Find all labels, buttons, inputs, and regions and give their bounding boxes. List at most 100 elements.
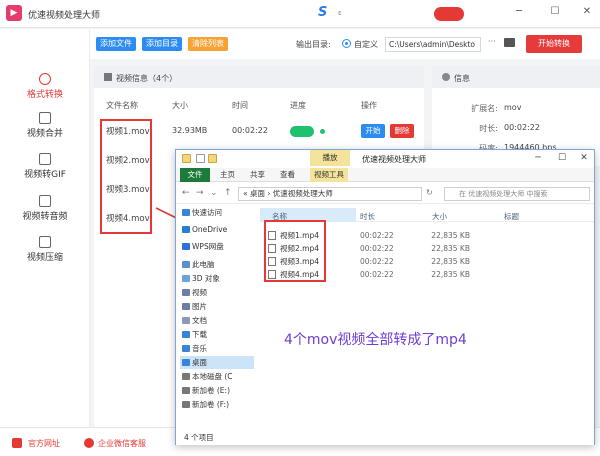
- table-row-time: 00:02:22: [232, 126, 268, 135]
- address-row: ← → ⌄ ↑ « 桌面 › 优速视频处理大师 ↻ 在 优速视频处理大师 中搜索: [176, 184, 594, 204]
- close-icon[interactable]: ✕: [580, 5, 594, 19]
- tab-home[interactable]: 主页: [216, 168, 239, 182]
- search-input[interactable]: 在 优速视频处理大师 中搜索: [444, 187, 590, 201]
- nav-item[interactable]: 图片: [180, 300, 254, 313]
- nav-item[interactable]: 文档: [180, 314, 254, 327]
- wechat-support-link[interactable]: 企业微信客服: [98, 438, 146, 449]
- column-header-size: 大小: [172, 101, 188, 110]
- nav-item-icon: [182, 275, 190, 282]
- nav-item-label: 视频: [192, 288, 207, 297]
- maximize-icon[interactable]: ☐: [556, 152, 568, 164]
- column-header-title[interactable]: 标题: [504, 211, 519, 222]
- file-explorer-window: 播放 优速视频处理大师 ─ ☐ ✕ 文件 主页 共享 查看 视频工具 ← → ⌄…: [175, 149, 595, 445]
- promo-badge[interactable]: [434, 7, 464, 21]
- manage-tab[interactable]: 播放: [310, 150, 350, 166]
- info-panel-title: 信息: [454, 74, 470, 83]
- start-row-button[interactable]: 开始: [361, 124, 385, 138]
- app-logo-icon: ▶: [6, 5, 22, 21]
- file-duration: 00:02:22: [360, 231, 394, 240]
- file-size: 22,835 KB: [431, 244, 470, 253]
- video-panel-header: 视频信息（4个）: [94, 66, 424, 88]
- column-header-name: 文件名称: [106, 101, 138, 110]
- refresh-icon[interactable]: ↻: [426, 188, 433, 197]
- sidebar-item-gif[interactable]: 视频转GIF: [0, 153, 90, 180]
- sidebar-item-label: 视频压缩: [26, 253, 63, 263]
- info-key-ext: 扩展名:: [471, 104, 498, 113]
- sidebar-item-compress[interactable]: 视频压缩: [0, 236, 90, 263]
- sidebar-item-format-convert[interactable]: 格式转换: [0, 73, 90, 100]
- status-dot: [320, 129, 325, 134]
- column-header-size[interactable]: 大小: [432, 211, 447, 222]
- maximize-icon[interactable]: ☐: [548, 5, 562, 19]
- up-icon[interactable]: ↑: [224, 188, 232, 198]
- custom-radio-label: 自定义: [354, 40, 378, 49]
- properties-icon[interactable]: [196, 154, 205, 163]
- minimize-icon[interactable]: ─: [532, 152, 544, 164]
- delete-row-button[interactable]: 删除: [390, 124, 414, 138]
- nav-item-label: 快速访问: [192, 208, 222, 217]
- toolbar: 添加文件 添加目录 清除列表 输出目录: 自定义 C:\Users\admin\…: [90, 29, 600, 59]
- nav-item-label: WPS网盘: [192, 242, 224, 251]
- forward-icon[interactable]: →: [196, 188, 204, 198]
- output-path-input[interactable]: C:\Users\admin\Deskto: [385, 37, 481, 52]
- nav-item-icon: [182, 331, 190, 338]
- back-icon[interactable]: ←: [182, 188, 190, 198]
- file-size: 22,835 KB: [431, 257, 470, 266]
- nav-item-label: 3D 对象: [192, 274, 220, 283]
- tab-video-tools[interactable]: 视频工具: [310, 168, 348, 182]
- brand-sub: ε: [338, 9, 342, 17]
- sidebar-item-audio[interactable]: 视频转音频: [0, 195, 90, 222]
- nav-item-icon: [182, 387, 190, 394]
- video-merge-icon: [39, 112, 51, 124]
- navigation-pane: 快速访问 OneDrive WPS网盘此电脑 3D 对象视频图片文档下载 音乐 桌面本地磁…: [176, 206, 256, 428]
- nav-item[interactable]: OneDrive: [180, 223, 254, 236]
- nav-item[interactable]: 快速访问: [180, 206, 254, 219]
- app-titlebar: ▶ 优速视频处理大师 S ε ─ ☐ ✕: [0, 0, 600, 28]
- new-folder-icon[interactable]: [208, 154, 217, 163]
- recent-dropdown-icon[interactable]: ⌄: [210, 188, 218, 198]
- start-convert-button[interactable]: 开始转换: [526, 35, 582, 53]
- nav-item[interactable]: WPS网盘: [180, 240, 254, 253]
- clear-list-button[interactable]: 清除列表: [188, 37, 228, 51]
- file-duration: 00:02:22: [360, 244, 394, 253]
- nav-item[interactable]: 新加卷 (F:): [180, 398, 254, 411]
- nav-item[interactable]: 下载: [180, 328, 254, 341]
- annotation-caption: 4个mov视频全部转成了mp4: [284, 332, 467, 348]
- column-header-duration[interactable]: 时长: [360, 211, 375, 222]
- sidebar: 格式转换 视频合并 视频转GIF 视频转音频 视频压缩: [0, 29, 90, 427]
- sidebar-item-video-merge[interactable]: 视频合并: [0, 112, 90, 139]
- nav-item[interactable]: 此电脑: [180, 258, 254, 271]
- nav-item[interactable]: 视频: [180, 286, 254, 299]
- folder-icon[interactable]: [504, 38, 515, 47]
- nav-item-icon: [182, 289, 190, 296]
- add-file-button[interactable]: 添加文件: [96, 37, 136, 51]
- address-bar[interactable]: « 桌面 › 优速视频处理大师: [238, 187, 422, 201]
- browse-button[interactable]: ···: [488, 37, 496, 46]
- nav-item[interactable]: 桌面: [180, 356, 254, 369]
- file-duration: 00:02:22: [360, 257, 394, 266]
- official-site-link[interactable]: 官方网址: [28, 438, 60, 449]
- compress-icon: [39, 236, 51, 248]
- nav-item[interactable]: 3D 对象: [180, 272, 254, 285]
- tab-file[interactable]: 文件: [180, 168, 210, 182]
- nav-item-label: 文档: [192, 316, 207, 325]
- table-row-size: 32.93MB: [172, 126, 208, 135]
- tab-view[interactable]: 查看: [276, 168, 299, 182]
- column-header-time: 时间: [232, 101, 248, 110]
- brand-logo: S: [318, 5, 328, 20]
- tab-share[interactable]: 共享: [246, 168, 269, 182]
- nav-item-label: 本地磁盘 (C: [192, 372, 233, 381]
- nav-item-icon: [182, 303, 190, 310]
- explorer-titlebar: 播放 优速视频处理大师 ─ ☐ ✕: [176, 150, 594, 168]
- nav-item[interactable]: 音乐: [180, 342, 254, 355]
- custom-radio[interactable]: [342, 39, 351, 48]
- nav-item[interactable]: 本地磁盘 (C: [180, 370, 254, 383]
- close-icon[interactable]: ✕: [578, 152, 590, 164]
- nav-item-icon: [182, 345, 190, 352]
- sidebar-item-label: 视频合并: [26, 129, 63, 139]
- minimize-icon[interactable]: ─: [512, 5, 526, 19]
- nav-item[interactable]: 新加卷 (E:): [180, 384, 254, 397]
- file-size: 22,835 KB: [431, 231, 470, 240]
- add-dir-button[interactable]: 添加目录: [142, 37, 182, 51]
- item-count: 4 个项目: [184, 433, 214, 442]
